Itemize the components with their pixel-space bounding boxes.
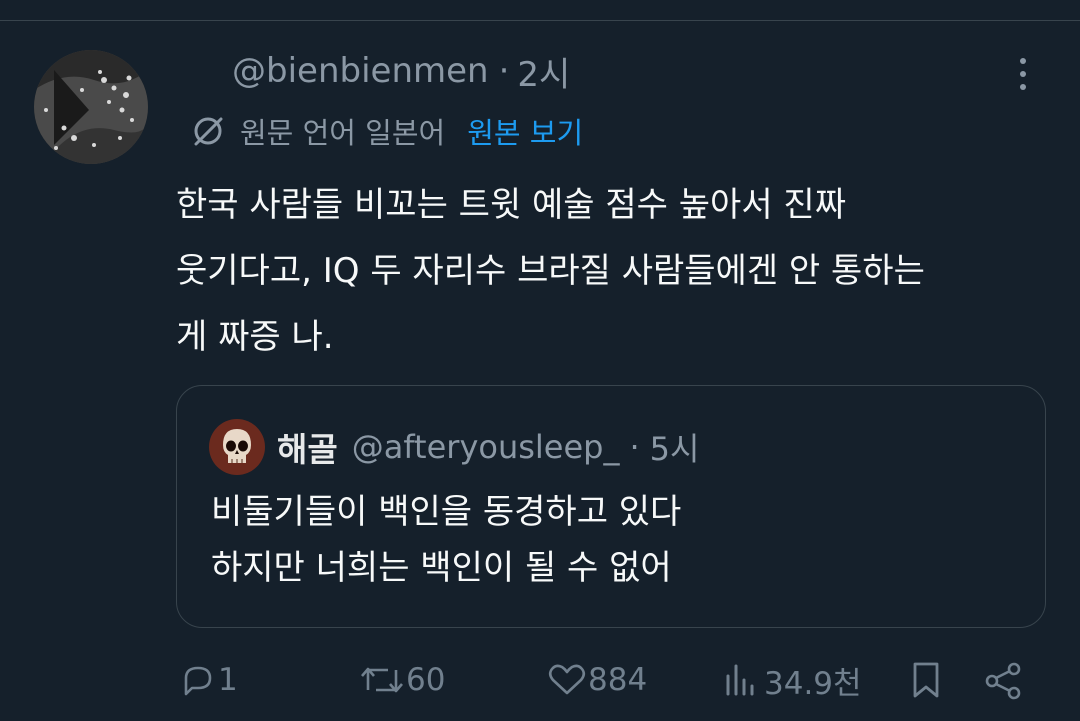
quote-time: 5시 [649, 430, 700, 468]
quote-author-name[interactable]: 해골 [277, 423, 338, 471]
share-icon [985, 662, 1021, 700]
tweet-header: @bienbienmen · 2시 [232, 47, 570, 96]
quote-text-line: 하지만 너희는 백인이 될 수 없어 [211, 548, 672, 588]
views-button[interactable]: 34.9천 [720, 652, 862, 708]
like-count: 884 [588, 662, 648, 698]
view-count: 34.9천 [764, 665, 862, 702]
quote-text: 비둘기들이 백인을 동경하고 있다 하지만 너희는 백인이 될 수 없어 [211, 484, 1011, 596]
reply-count: 1 [218, 662, 238, 698]
quote-author-handle[interactable]: @afteryousleep_ [352, 428, 620, 466]
share-button[interactable] [982, 652, 1026, 708]
tweet-text-line: 한국 사람들 비꼬는 트윗 예술 점수 높아서 진짜 [176, 185, 846, 225]
heart-icon [548, 664, 586, 695]
top-divider [0, 20, 1080, 21]
views-icon [726, 664, 754, 696]
skull-avatar[interactable] [209, 419, 265, 475]
quote-separator: · [629, 428, 640, 466]
reply-button[interactable]: 1 [178, 652, 238, 708]
avatar[interactable] [34, 50, 148, 164]
separator-dot: · [498, 51, 510, 91]
reply-icon [184, 666, 212, 696]
avatar-image [34, 50, 148, 164]
bookmark-icon [913, 662, 939, 698]
retweet-count: 60 [406, 662, 446, 698]
more-options-icon[interactable] [1006, 54, 1040, 94]
show-original-link[interactable]: 원본 보기 [467, 110, 583, 152]
translation-label: 원문 언어 일본어 [240, 116, 446, 150]
retweet-button[interactable]: 60 [358, 652, 445, 708]
translation-bar: 원문 언어 일본어 원본 보기 [188, 110, 583, 152]
quoted-tweet-card[interactable]: 해골 @afteryousleep_ · 5시 비둘기들이 백인을 동경하고 있… [176, 385, 1046, 628]
retweet-icon [361, 667, 403, 693]
quote-text-line: 비둘기들이 백인을 동경하고 있다 [211, 492, 682, 532]
tweet-time[interactable]: 2시 [517, 47, 570, 96]
tweet-text-line: 웃기다고, IQ 두 자리수 브라질 사람들에겐 안 통하는 [176, 251, 925, 291]
like-button[interactable]: 884 [546, 652, 647, 708]
bookmark-button[interactable] [906, 652, 946, 708]
quote-header: 해골 @afteryousleep_ · 5시 [209, 419, 700, 475]
translate-icon [194, 117, 223, 146]
tweet-text: 한국 사람들 비꼬는 트윗 예술 점수 높아서 진짜 웃기다고, IQ 두 자리… [176, 172, 1036, 370]
tweet-text-line: 게 짜증 나. [176, 317, 334, 357]
action-bar: 1 60 884 34.9천 [0, 652, 1080, 708]
author-handle[interactable]: @bienbienmen [232, 51, 489, 91]
